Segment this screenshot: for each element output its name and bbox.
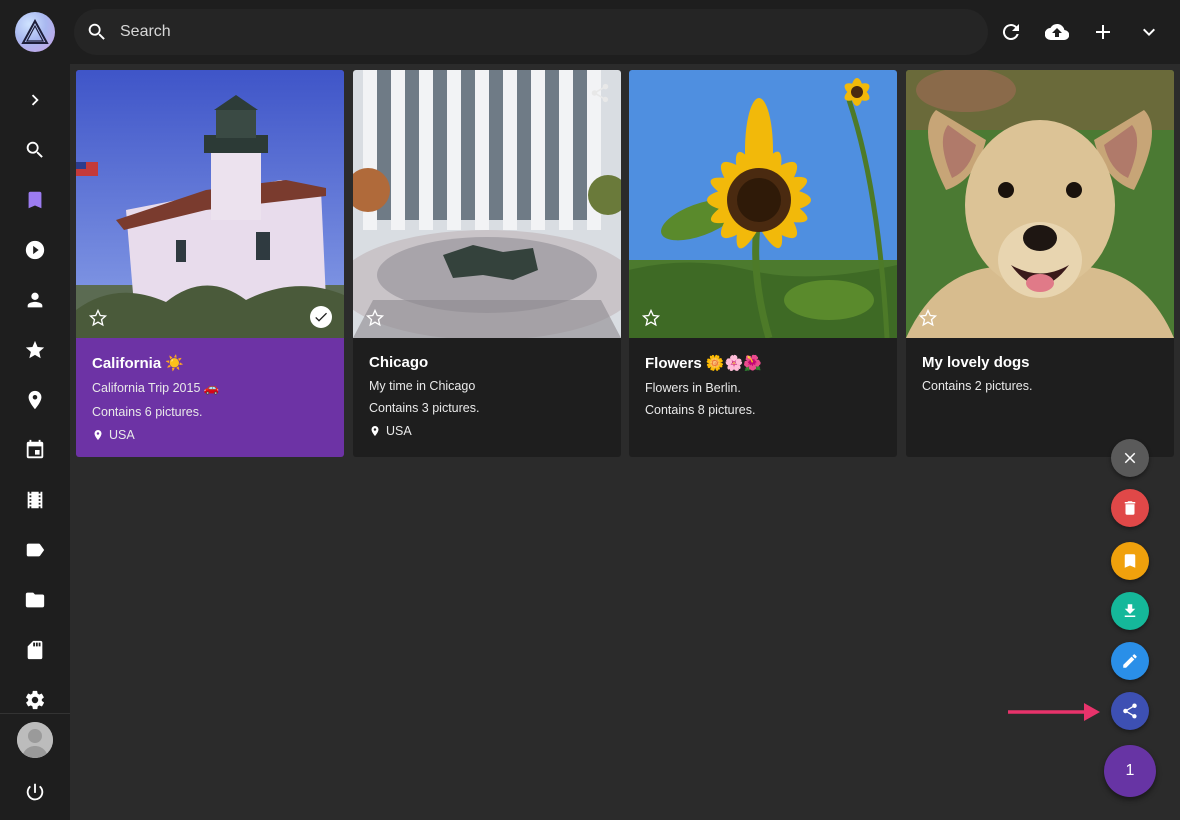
album-title: My lovely dogs (922, 354, 1030, 371)
annotation-arrow-icon (1008, 703, 1100, 721)
album-description: Contains 2 pictures. (922, 379, 1033, 393)
share-icon (591, 83, 609, 103)
sidebar-item-favorites[interactable] (0, 330, 70, 370)
plus-icon (1096, 25, 1110, 39)
download-button[interactable] (1111, 592, 1149, 630)
favorite-star-button[interactable] (88, 308, 108, 328)
more-options-button[interactable] (1129, 12, 1169, 52)
upload-button[interactable] (1037, 12, 1077, 52)
chevron-down-icon (1143, 28, 1155, 36)
sidebar-item-people[interactable] (0, 280, 70, 320)
location-icon (28, 390, 42, 410)
star-outline-icon (641, 308, 661, 327)
delete-button[interactable] (1111, 489, 1149, 527)
album-thumbnail[interactable] (353, 70, 621, 338)
search-bar (74, 9, 988, 55)
sd-card-icon (27, 640, 43, 660)
add-to-album-button[interactable] (1111, 542, 1149, 580)
refresh-icon (1002, 24, 1019, 41)
app-logo[interactable] (15, 12, 55, 52)
sidebar-item-albums[interactable] (0, 180, 70, 220)
bookmark-icon (1124, 554, 1136, 568)
sidebar-item-folders[interactable] (0, 580, 70, 620)
person-icon (27, 292, 43, 308)
album-card-california[interactable]: California ☀️ California Trip 2015 🚗 Con… (76, 70, 344, 457)
sidebar-item-search[interactable] (0, 130, 70, 170)
trash-icon (1124, 501, 1136, 515)
album-card-chicago[interactable]: Chicago My time in Chicago Contains 3 pi… (353, 70, 621, 457)
album-location: USA (369, 424, 412, 438)
refresh-button[interactable] (991, 12, 1031, 52)
album-photo-count: Contains 3 pictures. (369, 401, 480, 415)
album-description: California Trip 2015 🚗 (92, 381, 220, 395)
album-location: USA (92, 428, 135, 442)
share-button[interactable] (1111, 692, 1149, 730)
sidebar-item-library[interactable] (0, 630, 70, 670)
album-location-label: USA (386, 424, 412, 438)
sidebar-expand-button[interactable] (0, 80, 70, 120)
sidebar-item-settings[interactable] (0, 680, 70, 720)
sidebar (0, 0, 70, 820)
shared-indicator (589, 82, 611, 104)
sidebar-divider (0, 713, 70, 714)
album-description: Flowers in Berlin. (645, 381, 741, 395)
sidebar-item-places[interactable] (0, 380, 70, 420)
selected-check[interactable] (310, 306, 332, 328)
location-icon (371, 426, 379, 436)
share-icon (1123, 703, 1137, 719)
location-icon (94, 430, 102, 440)
check-icon (315, 312, 327, 322)
search-input[interactable] (120, 23, 920, 41)
pencil-icon (1123, 654, 1137, 668)
album-title: California ☀️ (92, 355, 185, 372)
search-icon (88, 23, 105, 40)
album-card-flowers[interactable]: Flowers 🌼🌸🌺 Flowers in Berlin. Contains … (629, 70, 897, 457)
logout-button[interactable] (0, 772, 70, 812)
album-photo-count: Contains 8 pictures. (645, 403, 756, 417)
avatar[interactable] (17, 722, 53, 758)
power-icon (26, 783, 44, 801)
star-outline-icon (365, 308, 385, 327)
close-icon (1124, 452, 1136, 464)
bookmark-icon (28, 191, 42, 209)
star-outline-icon (918, 308, 938, 327)
album-card-dogs[interactable]: My lovely dogs Contains 2 pictures. (906, 70, 1174, 457)
chevron-right-icon (31, 94, 39, 106)
sidebar-item-labels[interactable] (0, 530, 70, 570)
favorite-star-button[interactable] (918, 308, 938, 328)
album-title: Flowers 🌼🌸🌺 (645, 355, 762, 372)
edit-button[interactable] (1111, 642, 1149, 680)
selection-count-button[interactable]: 1 (1104, 745, 1156, 797)
cloud-upload-icon (1045, 23, 1069, 41)
album-thumbnail[interactable] (76, 70, 344, 338)
close-selection-button[interactable] (1111, 439, 1149, 477)
sidebar-item-calendar[interactable] (0, 430, 70, 470)
album-description: My time in Chicago (369, 379, 476, 393)
star-outline-icon (88, 308, 108, 327)
add-album-button[interactable] (1083, 12, 1123, 52)
album-location-label: USA (109, 428, 135, 442)
film-icon (27, 491, 43, 509)
favorite-star-button[interactable] (365, 308, 385, 328)
folder-icon (25, 592, 45, 608)
album-title: Chicago (369, 354, 429, 371)
favorite-star-button[interactable] (641, 308, 661, 328)
top-bar (70, 0, 1180, 64)
album-thumbnail[interactable] (629, 70, 897, 338)
album-thumbnail[interactable] (906, 70, 1174, 338)
sidebar-item-moments[interactable] (0, 480, 70, 520)
calendar-icon (26, 439, 44, 459)
download-icon (1124, 604, 1136, 617)
play-icon (25, 240, 45, 260)
label-icon (26, 543, 45, 557)
star-icon (25, 340, 45, 359)
search-icon (26, 141, 43, 158)
sidebar-item-videos[interactable] (0, 230, 70, 270)
gear-icon (26, 690, 45, 710)
album-photo-count: Contains 6 pictures. (92, 405, 203, 419)
